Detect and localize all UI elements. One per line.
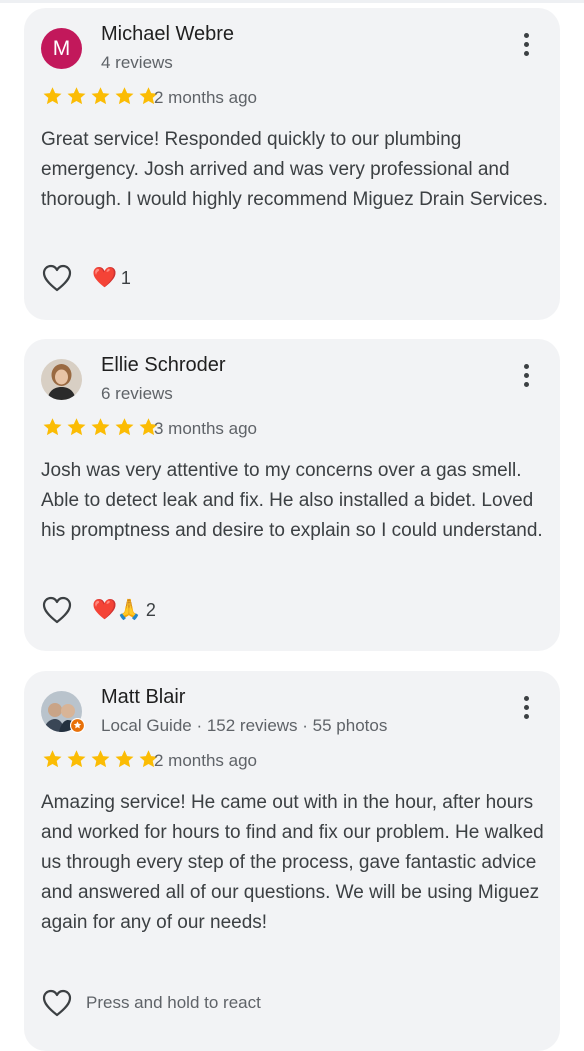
review-text: Josh was very attentive to my concerns o… [41,460,543,541]
star-icon [91,750,110,768]
star-icon [67,87,86,105]
more-options-icon[interactable] [522,33,530,61]
review-text: Amazing service! He came out with in the… [41,792,544,933]
star-rating [41,748,160,770]
star-icon [43,750,62,768]
review-text: Great service! Responded quickly to our … [41,129,548,210]
react-hint: Press and hold to react [86,993,261,1012]
avatar[interactable] [41,359,82,400]
star-icon [67,418,86,436]
reactions[interactable]: ❤️🙏 2 [92,598,156,622]
star-icon [91,87,110,105]
star-rating [41,416,160,438]
star-icon [67,750,86,768]
profile-photo [41,359,82,400]
star-rating [41,85,160,107]
more-options-icon[interactable] [522,696,530,724]
review-date: 2 months ago [154,88,258,107]
star-icon [115,418,134,436]
reviewer-name[interactable]: Michael Webre [101,23,234,46]
reaction-count: 2 [145,599,156,620]
reviewer-name[interactable]: Ellie Schroder [101,354,226,377]
local-guide-badge-icon [70,718,85,733]
reviewer-meta: 4 reviews [101,53,173,72]
reviewer-meta: Local Guide · 152 reviews · 55 photos [101,716,388,735]
review-card: Matt Blair Local Guide · 152 reviews · 5… [24,671,560,1051]
review-card: Ellie Schroder 6 reviews 3 months ago Jo… [24,339,560,651]
star-icon [43,418,62,436]
review-date: 2 months ago [154,751,258,770]
review-card: M Michael Webre 4 reviews 2 months ago G… [24,8,560,320]
review-date: 3 months ago [154,419,258,438]
more-options-icon[interactable] [522,364,530,392]
reactions[interactable]: ❤️ 1 [92,266,131,290]
star-icon [43,87,62,105]
reviewer-name[interactable]: Matt Blair [101,686,185,709]
reaction-emojis: ❤️ [92,267,117,289]
star-icon [91,418,110,436]
reaction-emojis: ❤️🙏 [92,599,142,621]
reviewer-meta: 6 reviews [101,384,173,403]
star-icon [115,87,134,105]
heart-outline-icon[interactable] [41,263,73,293]
reaction-count: 1 [120,267,131,288]
heart-outline-icon[interactable] [41,988,73,1018]
star-icon [115,750,134,768]
heart-outline-icon[interactable] [41,595,73,625]
top-divider [0,0,584,3]
avatar[interactable]: M [41,28,82,69]
